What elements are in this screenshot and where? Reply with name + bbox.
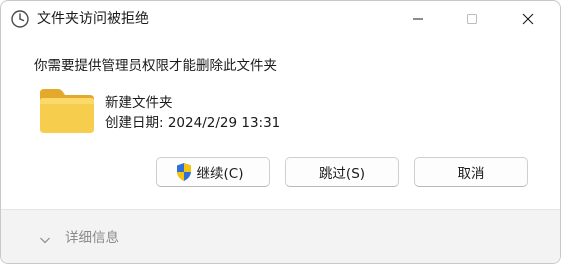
uac-shield-icon [175,162,193,182]
folder-name: 新建文件夹 [105,95,173,111]
continue-button[interactable]: 继续(C) [156,157,270,187]
more-details-toggle[interactable]: 详细信息 [65,229,119,247]
maximize-button [449,1,495,37]
minimize-icon [412,10,424,29]
folder-icon [38,87,96,135]
folder-access-denied-dialog: 文件夹访问被拒绝 你需要提供管理员权限才能删除此文件夹 新建文件夹 创建日期: … [0,0,561,264]
permission-message: 你需要提供管理员权限才能删除此文件夹 [34,58,277,74]
cancel-button[interactable]: 取消 [414,157,528,187]
dialog-title: 文件夹访问被拒绝 [37,11,149,27]
clock-icon [10,9,30,29]
dialog-footer: 详细信息 [1,209,560,263]
close-icon [522,10,534,29]
skip-button[interactable]: 跳过(S) [285,157,399,187]
chevron-down-icon[interactable] [39,231,51,244]
cancel-label: 取消 [457,166,485,182]
folder-created-date: 创建日期: 2024/2/29 13:31 [105,115,281,131]
skip-label: 跳过(S) [318,166,366,182]
continue-label: 继续(C) [196,166,244,182]
maximize-icon [466,10,478,29]
close-button[interactable] [505,1,551,37]
title-bar[interactable]: 文件夹访问被拒绝 [1,1,560,37]
minimize-button[interactable] [395,1,441,37]
